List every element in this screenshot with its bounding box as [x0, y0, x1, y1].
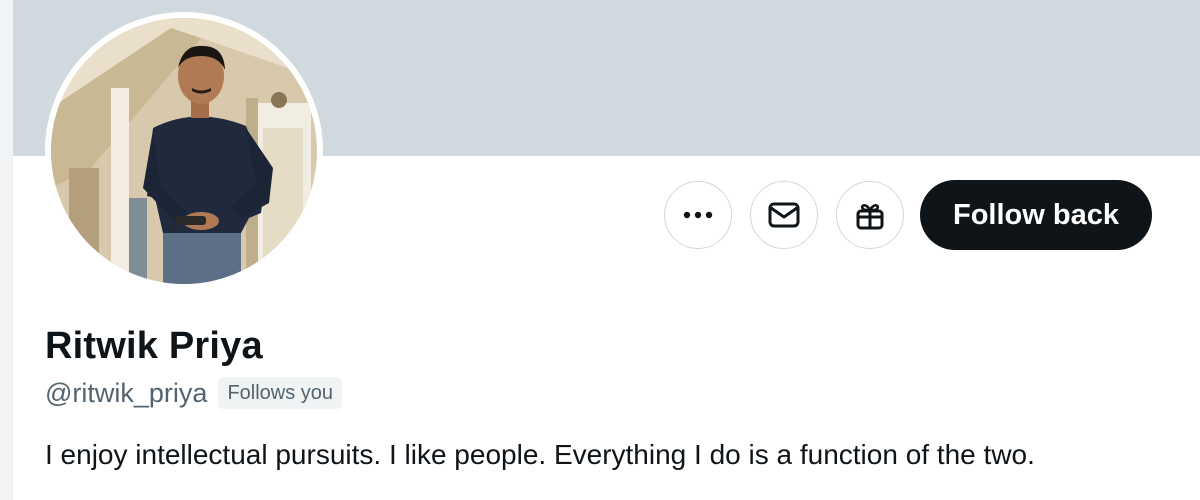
display-name: Ritwik Priya	[45, 325, 263, 367]
gift-icon	[854, 199, 886, 231]
handle-row: @ritwik_priya Follows you	[45, 376, 343, 410]
more-dots-icon	[683, 211, 713, 219]
envelope-icon	[768, 202, 800, 228]
follow-back-button[interactable]: Follow back	[920, 180, 1152, 250]
avatar[interactable]	[45, 12, 323, 290]
follows-you-badge: Follows you	[218, 377, 343, 409]
gift-button[interactable]	[836, 181, 904, 249]
more-button[interactable]	[664, 181, 732, 249]
profile-bio: I enjoy intellectual pursuits. I like pe…	[45, 439, 1035, 470]
profile-header: Follow back Ritwik Priya @ritwik_priya F…	[0, 0, 1200, 500]
left-edge-strip	[0, 0, 13, 500]
message-button[interactable]	[750, 181, 818, 249]
user-handle: @ritwik_priya	[45, 378, 208, 408]
profile-actions: Follow back	[664, 180, 1152, 250]
avatar-photo	[51, 18, 317, 284]
